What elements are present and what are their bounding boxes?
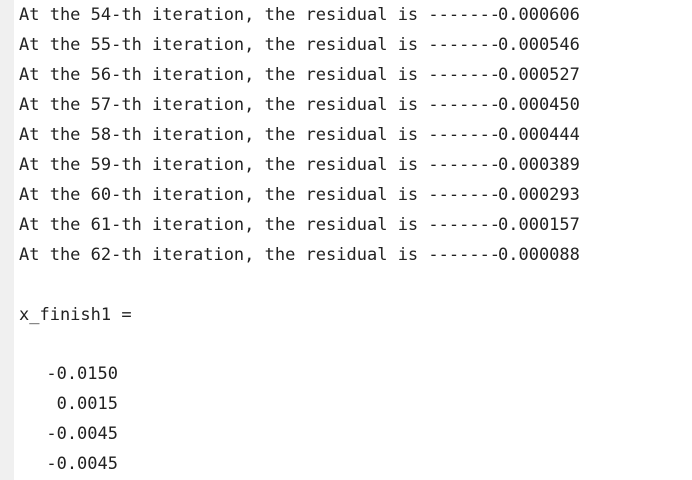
iteration-line: At the 54-th iteration, the residual is … bbox=[19, 5, 501, 25]
residual-value: 0.000606 bbox=[498, 5, 580, 25]
residual-value: 0.000527 bbox=[498, 65, 580, 85]
residual-value: 0.000450 bbox=[498, 95, 580, 115]
iteration-line: At the 61-th iteration, the residual is … bbox=[19, 215, 501, 235]
residual-value: 0.000389 bbox=[498, 155, 580, 175]
residual-value: 0.000546 bbox=[498, 35, 580, 55]
residual-value: 0.000157 bbox=[498, 215, 580, 235]
iteration-line: At the 59-th iteration, the residual is … bbox=[19, 155, 501, 175]
vector-entry: 0.0015 bbox=[56, 394, 118, 414]
residual-value: 0.000293 bbox=[498, 185, 580, 205]
iteration-line: At the 57-th iteration, the residual is … bbox=[19, 95, 501, 115]
command-window-output[interactable]: At the 54-th iteration, the residual is … bbox=[14, 0, 692, 480]
vector-entry: -0.0045 bbox=[46, 454, 118, 474]
iteration-line: At the 55-th iteration, the residual is … bbox=[19, 35, 501, 55]
residual-value: 0.000444 bbox=[498, 125, 580, 145]
residual-value: 0.000088 bbox=[498, 245, 580, 265]
iteration-line: At the 56-th iteration, the residual is … bbox=[19, 65, 501, 85]
vector-entry: -0.0150 bbox=[46, 364, 118, 384]
iteration-line: At the 58-th iteration, the residual is … bbox=[19, 125, 501, 145]
iteration-line: At the 62-th iteration, the residual is … bbox=[19, 245, 501, 265]
vector-entry: -0.0045 bbox=[46, 424, 118, 444]
left-margin-gutter bbox=[0, 0, 14, 480]
variable-name-line: x_finish1 = bbox=[19, 305, 132, 325]
iteration-line: At the 60-th iteration, the residual is … bbox=[19, 185, 501, 205]
